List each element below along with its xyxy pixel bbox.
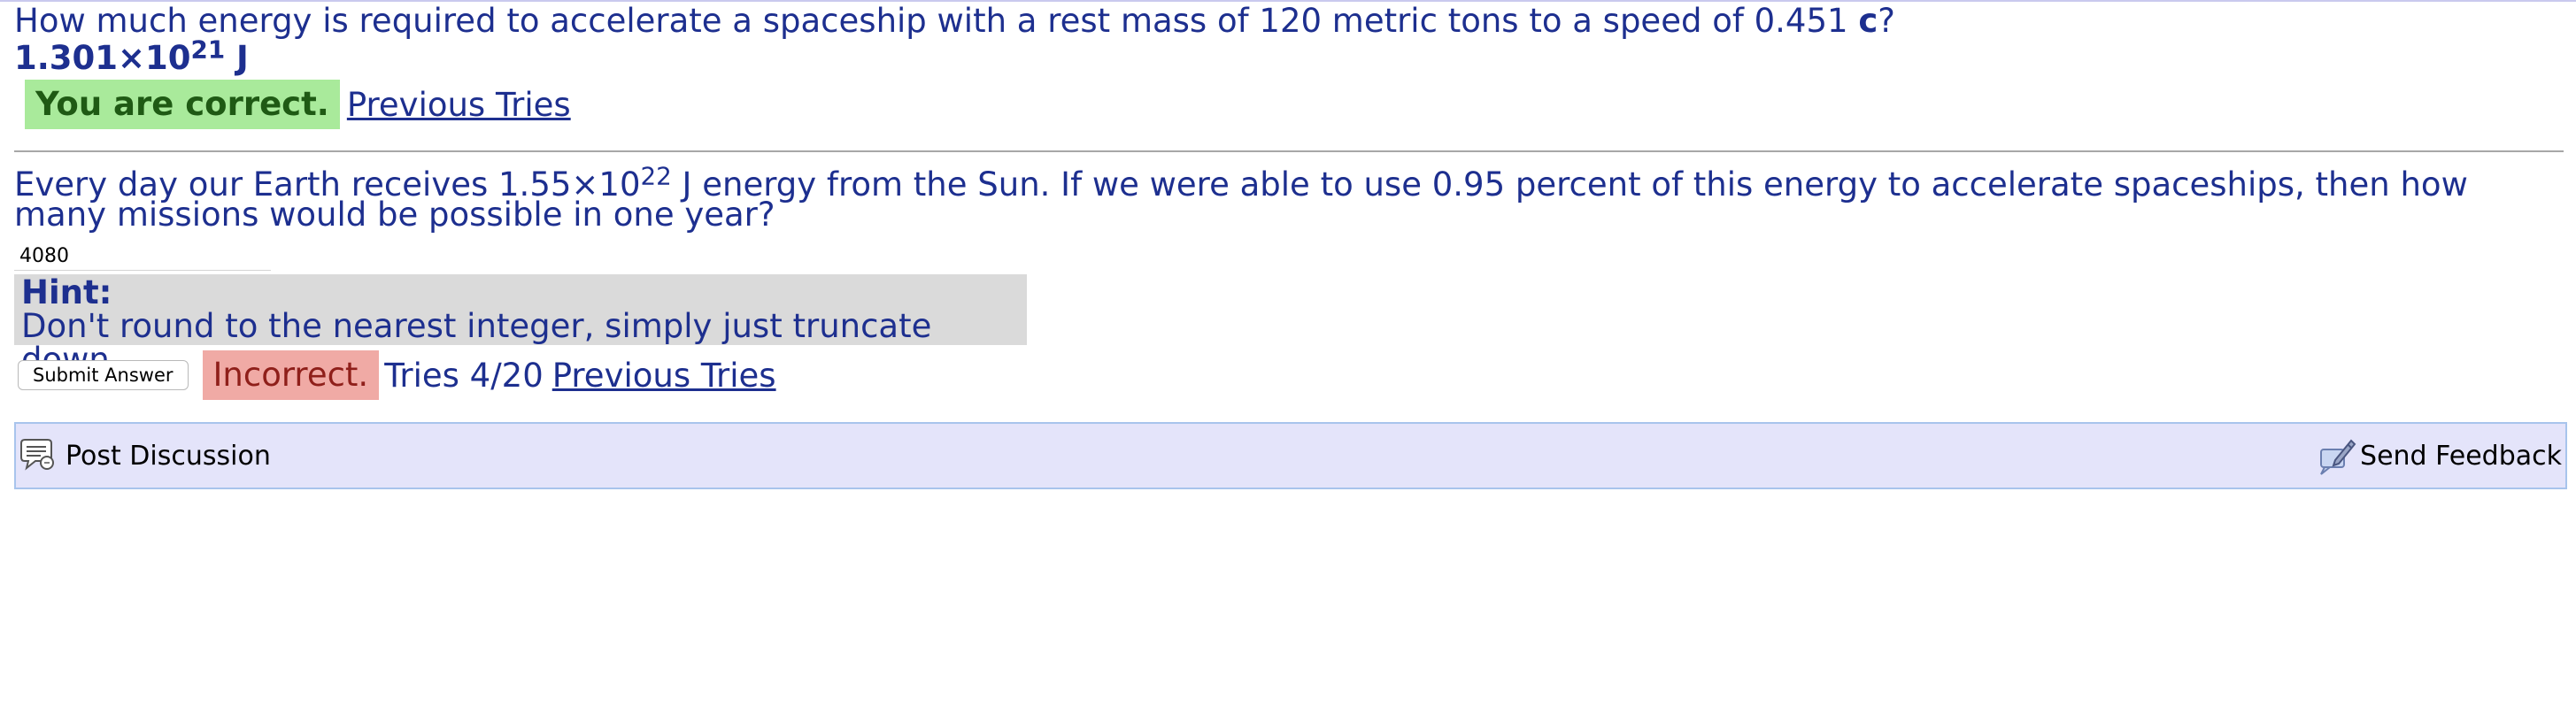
answer-1-unit: J <box>225 39 249 77</box>
answer-1-mantissa: 1.301×10 <box>14 39 191 77</box>
answer-1-value: 1.301×1021 J <box>14 37 249 78</box>
question-2-exponent: 22 <box>640 161 672 191</box>
previous-tries-link-1[interactable]: Previous Tries <box>347 86 571 124</box>
answer-1-exponent: 21 <box>190 35 226 65</box>
send-feedback-button[interactable]: Send Feedback <box>2316 424 2565 488</box>
question-2-text: Every day our Earth receives 1.55×1022 J… <box>14 164 2564 231</box>
question-1-text-part: How much energy is required to accelerat… <box>14 2 1859 40</box>
incorrect-status-badge: Incorrect. <box>202 350 380 400</box>
speed-of-light-symbol: c <box>1858 2 1878 40</box>
send-feedback-label: Send Feedback <box>2360 440 2562 472</box>
discussion-bar: Post Discussion Send Feedback <box>14 422 2567 489</box>
submit-answer-button[interactable]: Submit Answer <box>18 360 189 390</box>
feedback-1-row: You are correct. Previous Tries <box>25 80 571 129</box>
speech-bubble-icon <box>18 436 57 475</box>
feedback-2-row: Submit Answer Incorrect. Tries 4/20 Prev… <box>18 350 776 400</box>
hint-title: Hint: <box>21 273 112 311</box>
answer-2-input[interactable] <box>14 242 271 271</box>
post-discussion-button[interactable]: Post Discussion <box>16 424 271 488</box>
question-1-text: How much energy is required to accelerat… <box>14 2 1895 41</box>
section-divider <box>14 150 2564 152</box>
feedback-pen-icon <box>2316 435 2356 476</box>
question-1-text-end: ? <box>1878 2 1895 40</box>
correct-status-badge: You are correct. <box>25 80 340 129</box>
previous-tries-link-2[interactable]: Previous Tries <box>552 357 776 395</box>
hint-box: Hint: Don't round to the nearest integer… <box>14 273 1027 377</box>
tries-counter: Tries 4/20 <box>384 356 544 395</box>
post-discussion-label: Post Discussion <box>66 440 271 472</box>
